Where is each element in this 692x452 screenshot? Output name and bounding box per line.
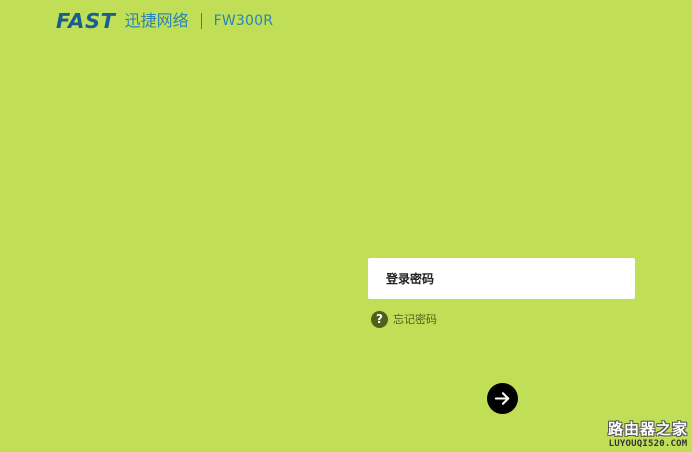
- forgot-password-link[interactable]: ? 忘记密码: [371, 310, 437, 328]
- header: FAST 迅捷网络 FW300R: [56, 8, 273, 34]
- login-submit-button[interactable]: [487, 383, 518, 414]
- arrow-right-icon: [493, 389, 512, 408]
- site-watermark: 路由器之家 LUYOUQI520.COM: [608, 422, 688, 449]
- header-divider: [200, 13, 202, 29]
- model-name: FW300R: [213, 13, 274, 29]
- watermark-chinese: 路由器之家: [607, 420, 688, 438]
- watermark-url: LUYOUQI520.COM: [608, 439, 688, 449]
- password-input[interactable]: [368, 258, 635, 299]
- fast-logo: FAST: [56, 9, 116, 33]
- password-field-container: [368, 258, 635, 299]
- forgot-password-label: 忘记密码: [393, 312, 437, 326]
- brand-chinese-name: 迅捷网络: [124, 11, 189, 30]
- question-icon: ?: [371, 310, 388, 328]
